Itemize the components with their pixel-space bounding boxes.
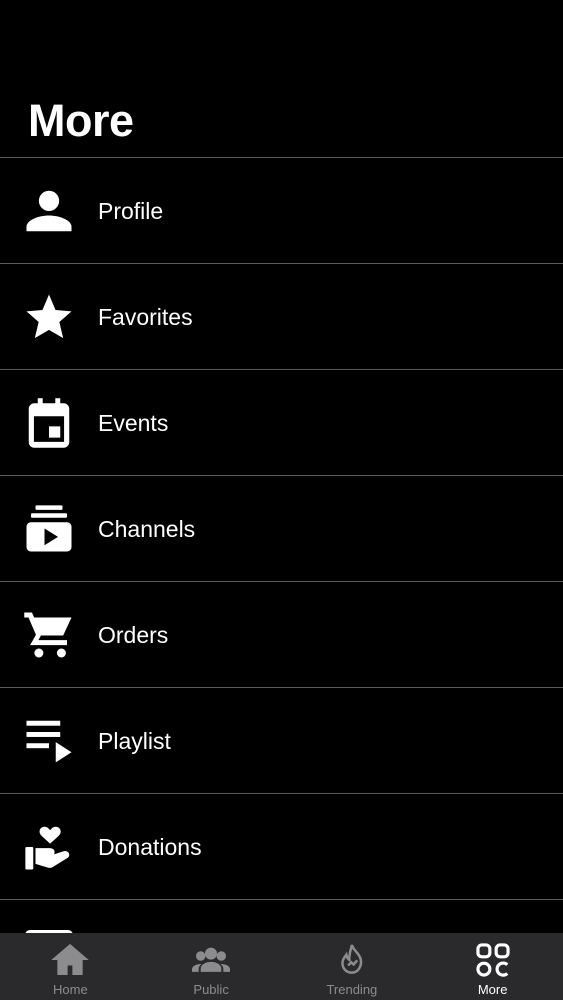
tab-public[interactable]: Public — [141, 933, 282, 1000]
menu-item-label: Favorites — [98, 303, 193, 330]
menu-item-label: Events — [98, 409, 169, 436]
menu-item-profile[interactable]: Profile — [0, 158, 563, 264]
tab-home[interactable]: Home — [0, 933, 141, 1000]
menu-item-orders[interactable]: Orders — [0, 582, 563, 688]
tab-label: Public — [193, 982, 229, 997]
cart-icon — [22, 608, 76, 662]
menu-item-label: Channels — [98, 515, 196, 542]
group-icon — [192, 941, 231, 979]
more-screen: More Profile Favorites Events Channels O… — [0, 0, 563, 1000]
grid-icon — [474, 941, 512, 979]
page-title: More — [28, 95, 134, 146]
tab-trending[interactable]: Trending — [282, 933, 423, 1000]
menu-item-label: Donations — [98, 833, 202, 860]
menu-item-events[interactable]: Events — [0, 370, 563, 476]
bottom-tab-bar: Home Public Trending More — [0, 933, 563, 1000]
subscriptions-icon — [22, 502, 76, 556]
menu-item-channels[interactable]: Channels — [0, 476, 563, 582]
tab-label: Trending — [326, 982, 378, 997]
star-icon — [22, 290, 76, 344]
tab-label: Home — [53, 982, 88, 997]
tab-more[interactable]: More — [422, 933, 563, 1000]
menu-item-label: Orders — [98, 621, 169, 648]
person-icon — [22, 184, 76, 238]
calendar-icon — [22, 396, 76, 450]
menu-item-favorites[interactable]: Favorites — [0, 264, 563, 370]
more-menu-list: Profile Favorites Events Channels Orders — [0, 157, 563, 940]
tab-label: More — [477, 982, 508, 997]
menu-item-playlist[interactable]: Playlist — [0, 688, 563, 794]
flame-icon — [333, 941, 371, 979]
volunteer-hand-heart-icon — [22, 820, 76, 874]
playlist-play-icon — [22, 714, 76, 768]
menu-item-label: Profile — [98, 197, 164, 224]
home-icon — [51, 941, 90, 979]
menu-item-label: Playlist — [98, 727, 171, 754]
menu-item-donations[interactable]: Donations — [0, 794, 563, 900]
